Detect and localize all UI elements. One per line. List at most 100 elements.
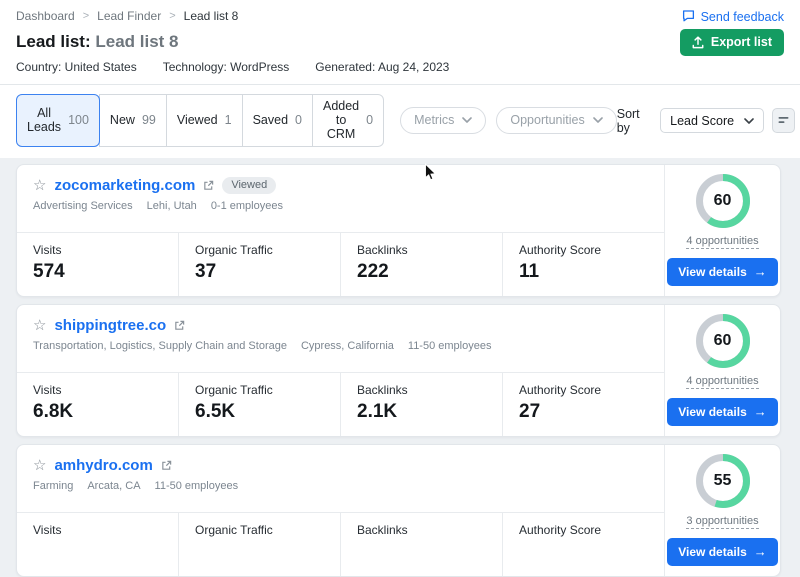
metric-backlinks: Backlinks — [340, 513, 502, 576]
filter-tab-count: 0 — [295, 113, 302, 127]
sort-direction-button[interactable] — [772, 108, 795, 133]
export-list-label: Export list — [711, 35, 772, 49]
lead-score-panel: 60 4 opportunities View details → — [664, 305, 780, 436]
filter-tab-new[interactable]: New99 — [99, 94, 167, 147]
metric-label: Organic Traffic — [195, 243, 324, 257]
arrow-right-icon: → — [754, 404, 767, 419]
external-link-icon[interactable] — [161, 460, 172, 471]
page-title: Lead list: Lead list 8 — [16, 32, 784, 52]
filter-tab-viewed[interactable]: Viewed 1 — [166, 94, 243, 147]
breadcrumb-item-lead-finder[interactable]: Lead Finder — [97, 9, 161, 23]
external-link-icon[interactable] — [203, 180, 214, 191]
opportunities-dropdown-label: Opportunities — [510, 113, 584, 127]
lead-domain-link[interactable]: zocomarketing.com — [54, 177, 195, 194]
lead-card: ☆ zocomarketing.com Viewed Advertising S… — [16, 164, 781, 297]
lead-score-panel: 60 4 opportunities View details → — [664, 165, 780, 296]
metrics-dropdown-label: Metrics — [414, 113, 454, 127]
lead-list: ☆ zocomarketing.com Viewed Advertising S… — [0, 158, 800, 577]
breadcrumb-separator: > — [169, 10, 175, 22]
meta-country: Country: United States — [16, 60, 137, 74]
export-list-button[interactable]: Export list — [680, 29, 784, 56]
external-link-icon[interactable] — [174, 320, 185, 331]
metric-label: Backlinks — [357, 243, 486, 257]
sort-descending-icon — [778, 116, 789, 125]
meta-technology: Technology: WordPress — [163, 60, 290, 74]
chevron-down-icon — [462, 117, 472, 123]
lead-employees: 11-50 employees — [408, 340, 492, 352]
metric-organic-traffic: Organic Traffic 6.5K — [178, 373, 340, 436]
page-meta: Country: United States Technology: WordP… — [16, 60, 784, 74]
metric-label: Authority Score — [519, 243, 648, 257]
metric-backlinks: Backlinks 2.1K — [340, 373, 502, 436]
breadcrumb-item-current: Lead list 8 — [184, 9, 239, 23]
filter-tab-label: Saved — [253, 113, 288, 127]
metric-label: Organic Traffic — [195, 383, 324, 397]
metric-value: 11 — [519, 261, 648, 283]
page-title-value: Lead list 8 — [95, 32, 178, 51]
filter-tab-count: 1 — [225, 113, 232, 127]
filter-tab-label: Added to CRM — [323, 99, 359, 141]
filter-tab-count: 0 — [366, 113, 373, 127]
lead-card: ☆ shippingtree.co Transportation, Logist… — [16, 304, 781, 437]
breadcrumb-item-dashboard[interactable]: Dashboard — [16, 9, 75, 23]
lead-employees: 11-50 employees — [155, 480, 239, 492]
view-details-button[interactable]: View details → — [667, 398, 777, 426]
sort-area: Sort by Lead Score — [617, 107, 795, 135]
sort-select[interactable]: Lead Score — [660, 108, 764, 133]
lead-domain-link[interactable]: shippingtree.co — [54, 317, 166, 334]
lead-employees: 0-1 employees — [211, 200, 283, 212]
opportunities-link[interactable]: 4 opportunities — [686, 235, 758, 249]
metric-value — [33, 541, 162, 563]
breadcrumb-separator: > — [83, 10, 89, 22]
opportunities-link[interactable]: 3 opportunities — [686, 515, 758, 529]
lead-domain-link[interactable]: amhydro.com — [54, 457, 152, 474]
viewed-badge: Viewed — [222, 177, 276, 194]
metric-visits: Visits — [17, 513, 178, 576]
opportunities-link[interactable]: 4 opportunities — [686, 375, 758, 389]
meta-generated: Generated: Aug 24, 2023 — [315, 60, 449, 74]
view-details-label: View details — [678, 545, 746, 559]
metric-label: Visits — [33, 523, 162, 537]
metrics-row: Visits 6.8K Organic Traffic 6.5K Backlinks 2.… — [17, 372, 664, 436]
filter-tab-label: Viewed — [177, 113, 218, 127]
lead-score-panel: 55 3 opportunities View details → — [664, 445, 780, 576]
metric-label: Authority Score — [519, 383, 648, 397]
lead-score-donut: 60 — [696, 314, 750, 368]
lead-score-value: 60 — [696, 314, 750, 368]
metric-value: 2.1K — [357, 401, 486, 423]
metrics-dropdown-button[interactable]: Metrics — [400, 107, 486, 134]
filter-tab-added-to-crm[interactable]: Added to CRM 0 — [312, 94, 384, 147]
metric-value — [357, 541, 486, 563]
metric-authority-score: Authority Score 27 — [502, 373, 664, 436]
filter-tab-all-leads[interactable]: All Leads100 — [16, 94, 100, 147]
metric-value: 6.5K — [195, 401, 324, 423]
star-icon[interactable]: ☆ — [33, 178, 46, 193]
opportunities-dropdown-button[interactable]: Opportunities — [496, 107, 616, 134]
view-details-label: View details — [678, 265, 746, 279]
metric-value: 6.8K — [33, 401, 162, 423]
view-details-button[interactable]: View details → — [667, 258, 777, 286]
metric-label: Backlinks — [357, 383, 486, 397]
filter-tab-saved[interactable]: Saved 0 — [242, 94, 313, 147]
filter-tab-count: 99 — [142, 113, 156, 127]
lead-industry: Farming — [33, 480, 73, 492]
lead-score-donut: 55 — [696, 454, 750, 508]
chevron-down-icon — [744, 118, 754, 124]
sort-by-label: Sort by — [617, 107, 652, 135]
metric-value: 27 — [519, 401, 648, 423]
send-feedback-link[interactable]: Send feedback — [682, 9, 784, 25]
lead-industry: Advertising Services — [33, 200, 133, 212]
star-icon[interactable]: ☆ — [33, 318, 46, 333]
star-icon[interactable]: ☆ — [33, 458, 46, 473]
metric-label: Visits — [33, 383, 162, 397]
metric-label: Organic Traffic — [195, 523, 324, 537]
sort-selected-value: Lead Score — [670, 114, 734, 128]
view-details-button[interactable]: View details → — [667, 538, 777, 566]
lead-score-donut: 60 — [696, 174, 750, 228]
metric-value: 222 — [357, 261, 486, 283]
metric-organic-traffic: Organic Traffic — [178, 513, 340, 576]
filter-tabs: All Leads100New99Viewed1Saved0Added to C… — [16, 94, 384, 147]
metrics-row: VisitsOrganic TrafficBacklinksAuthority … — [17, 512, 664, 576]
metric-value: 37 — [195, 261, 324, 283]
metrics-row: Visits574Organic Traffic37Backlinks222Au… — [17, 232, 664, 296]
